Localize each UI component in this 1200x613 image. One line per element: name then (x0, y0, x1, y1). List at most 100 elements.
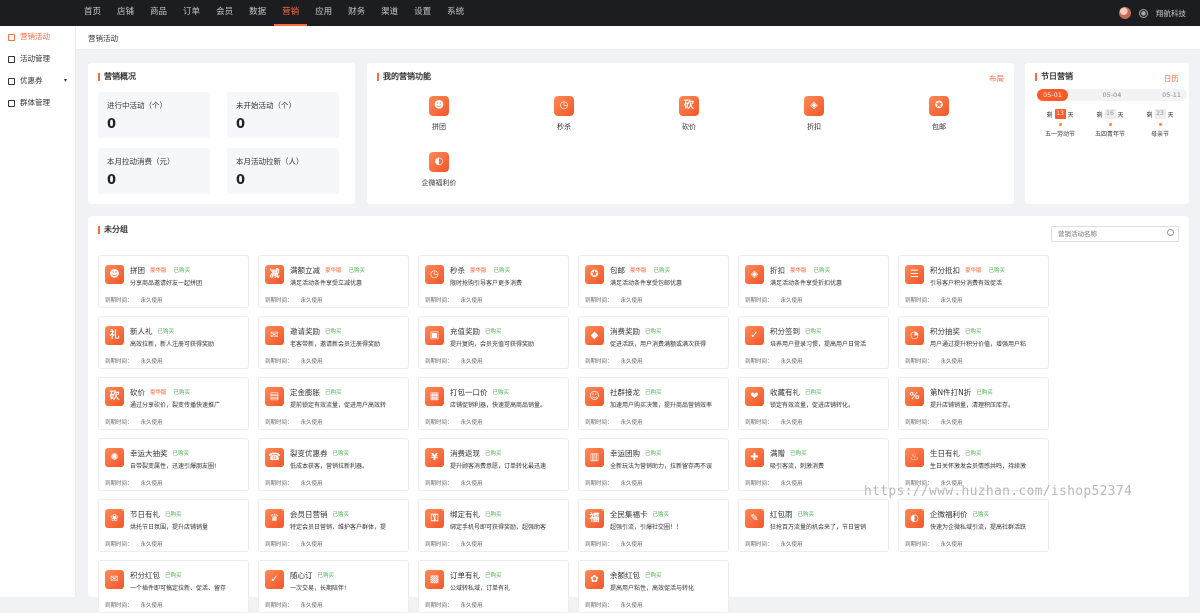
top-nav-item[interactable]: 设置 (406, 0, 439, 26)
sidebar-item[interactable]: 群体管理 (0, 92, 75, 114)
activity-tile[interactable]: ✿ 余额红包 已购买 提高用户粘性，高效促活与转化 到期时间： 永久使用 (578, 560, 729, 613)
activity-tile[interactable]: ▩ 订单有礼 已购买 公域转私域，订单有礼 到期时间： 永久使用 (418, 560, 569, 613)
activity-tile[interactable]: ▦ 打包一口价 已购买 店铺促销利器，快速提高商品销量。 到期时间： 永久使用 (418, 377, 569, 430)
expire-label: 到期时间： (265, 359, 293, 365)
top-nav-item[interactable]: 营销 (274, 0, 308, 26)
expire-value: 永久使用 (460, 542, 483, 548)
function-icon: ☻ (429, 96, 449, 116)
expire-info: 到期时间： 永久使用 (425, 418, 483, 426)
activity-name-text: 定金膨胀 (290, 388, 320, 397)
festival-tab[interactable]: 05-04 (1097, 89, 1128, 101)
top-nav: 首页 店铺 商品 订单 会员 数据 营销 应用 财务 渠道 设置 系统 (76, 0, 472, 26)
function-item[interactable]: ◈ 折扣 (784, 96, 844, 132)
activity-tile[interactable]: ◷ 秒杀 豪华版 已购买 限时抢购引导客户更多消费 到期时间： 永久使用 (418, 255, 569, 308)
activity-tile[interactable]: ◈ 折扣 豪华版 已购买 满足活动条件享受折扣优惠 到期时间： 永久使用 (738, 255, 889, 308)
festival-title: 节日营销 (1035, 73, 1073, 81)
activity-tile[interactable]: ▤ 定金膨胀 已购买 提前锁定有效流量，促进用户高效转 到期时间： 永久使用 (258, 377, 409, 430)
activity-tile[interactable]: 砍砍价 豪华版 已购买 通过分享砍价，裂变传播快速推广 到期时间： 永久使用 (98, 377, 249, 430)
search-icon[interactable] (1167, 229, 1174, 236)
activity-tile[interactable]: ✉ 邀请奖励 已购买 老客带新，邀请新会员注册得奖励 到期时间： 永久使用 (258, 316, 409, 369)
activity-desc: 绑定手机号即可获得奖励，超强助客 (450, 524, 547, 531)
bought-badge: 已购买 (965, 329, 982, 335)
top-nav-item[interactable]: 财务 (340, 0, 373, 26)
activity-tile[interactable]: ✓ 积分签到 已购买 培养用户登录习惯，提高用户日常活 到期时间： 永久使用 (738, 316, 889, 369)
top-nav-item[interactable]: 数据 (241, 0, 274, 26)
calendar-link[interactable]: 日历 (1164, 73, 1179, 84)
sidebar-item[interactable]: 活动管理 (0, 48, 75, 70)
activity-desc: 满足活动条件享受折扣优惠 (770, 280, 843, 287)
layout-link[interactable]: 布局 (989, 73, 1004, 84)
bought-badge: 已购买 (653, 268, 671, 274)
activity-tile[interactable]: 减满额立减 豪华版 已购买 满足活动条件享受立减优惠 到期时间： 永久使用 (258, 255, 409, 308)
function-item[interactable]: ◐ 企微福利价 (409, 152, 469, 188)
sidebar-item[interactable]: 优惠券 ▾ (0, 70, 75, 92)
top-nav-item[interactable]: 商品 (142, 0, 175, 26)
activity-tile[interactable]: ◔ 积分抽奖 已购买 用户通过提升积分价值，增强用户粘 到期时间： 永久使用 (898, 316, 1049, 369)
days-suffix: 天 (1117, 111, 1124, 119)
festival-item[interactable]: 剩 23 天母亲节 (1139, 109, 1181, 138)
top-nav-item[interactable]: 渠道 (373, 0, 406, 26)
activity-tile[interactable]: ❤ 收藏有礼 已购买 锁定有效流量，促进店铺转化。 到期时间： 永久使用 (738, 377, 889, 430)
user-icon[interactable]: ● (1139, 8, 1148, 18)
top-nav-item[interactable]: 系统 (439, 0, 472, 26)
ungrouped-card: 未分组 ☻拼团豪华版已购买分享商品邀请好友一起拼团到期时间：永久使用减满额立减豪… (88, 216, 1189, 613)
function-item[interactable]: ✪ 包邮 (909, 96, 969, 132)
activity-desc: 特定会员日营销，维护客户群体，提 (290, 524, 387, 531)
activity-tile[interactable]: ☺ 社群接龙 已购买 加速用户购买决策，提升商品营销效率 到期时间： 永久使用 (578, 377, 729, 430)
activity-tile[interactable]: ✓ 随心订 已购买 一次交易，长期陪伴! 到期时间： 永久使用 (258, 560, 409, 613)
function-item[interactable]: ☻ 拼团 (409, 96, 469, 132)
sidebar-item-label: 群体管理 (20, 98, 50, 107)
activity-tile[interactable]: ◐ 企微福利价 已购买 快速为企微私域引流，提高社群活跃 到期时间： 永久使用 (898, 499, 1049, 552)
activity-desc: 用户通过提升积分价值，增强用户粘 (930, 341, 1027, 348)
function-item[interactable]: ◷ 秒杀 (534, 96, 594, 132)
activity-tile[interactable]: ▥ 幸运团购 已购买 全新玩法为营销助力，拉新留存两不误 到期时间： 永久使用 (578, 438, 729, 491)
expire-label: 到期时间： (585, 420, 613, 426)
activity-tile[interactable]: ✎ 红包雨 已购买 狂抢百万流量的机会来了，节日营销 到期时间： 永久使用 (738, 499, 889, 552)
expire-value: 永久使用 (780, 542, 803, 548)
top-nav-item[interactable]: 会员 (208, 0, 241, 26)
activity-tile[interactable]: ☰ 积分抵扣 豪华版 已购买 引导客户积分消费有效促活 到期时间： 永久使用 (898, 255, 1049, 308)
activity-search-input[interactable] (1051, 226, 1179, 242)
top-nav-item[interactable]: 店铺 (109, 0, 142, 26)
activity-name: 充值奖励 已购买 (450, 326, 504, 337)
activity-icon: ▦ (425, 387, 444, 406)
bought-badge: 已购买 (645, 329, 662, 335)
sidebar-item[interactable]: 营销活动 (0, 26, 75, 48)
bought-badge: 已购买 (317, 573, 335, 579)
festival-tab[interactable]: 05-11 (1156, 89, 1187, 101)
bought-badge: 已购买 (165, 573, 182, 579)
activity-tile[interactable]: % 第N件打N折 已购买 提升店铺销量，清理积压库存。 到期时间： 永久使用 (898, 377, 1049, 430)
activity-name: 会员日营销 已购买 (290, 509, 351, 520)
top-nav-item[interactable]: 应用 (307, 0, 340, 26)
activity-tile[interactable]: 礼新人礼 已购买 高效拉新，新人注册可获得奖励 到期时间： 永久使用 (98, 316, 249, 369)
activity-tile[interactable]: ✉ 积分红包 已购买 一个插件即可搞定拉新、促活、留存 到期时间： 永久使用 (98, 560, 249, 613)
top-nav-item[interactable]: 首页 (76, 0, 109, 26)
activity-tile[interactable]: ✺ 幸运大抽奖 已购买 自带裂变属性，迅速引爆朋友圈! 到期时间： 永久使用 (98, 438, 249, 491)
activity-tile[interactable]: ✪ 包邮 豪华版 已购买 满足活动条件享受包邮优惠 到期时间： 永久使用 (578, 255, 729, 308)
expire-label: 到期时间： (105, 420, 133, 426)
user-name[interactable]: 翔航科技 (1156, 8, 1186, 19)
activity-tile[interactable]: ◆ 消费奖励 已购买 促进活跃，用户消费满额或满次获得 到期时间： 永久使用 (578, 316, 729, 369)
activity-name: 砍价 豪华版 已购买 (130, 387, 192, 398)
activity-name: 包邮 豪华版 已购买 (610, 265, 672, 276)
festival-item[interactable]: 剩 13 天五一劳动节 (1039, 109, 1081, 138)
festival-tab[interactable]: 05-01 (1037, 89, 1068, 101)
activity-tile[interactable]: ❀ 节日有礼 已购买 烘托节日氛围，提升店铺销量 到期时间： 永久使用 (98, 499, 249, 552)
expire-info: 到期时间： 永久使用 (265, 540, 323, 548)
activity-tile[interactable]: ▣ 充值奖励 已购买 提升复购，会员充值可获得奖励 到期时间： 永久使用 (418, 316, 569, 369)
activity-name-text: 生日有礼 (930, 449, 960, 458)
activity-tile[interactable]: ♛ 会员日营销 已购买 特定会员日营销，维护客户群体，提 到期时间： 永久使用 (258, 499, 409, 552)
festival-item[interactable]: 剩 16 天五四青年节 (1089, 109, 1131, 138)
activity-desc: 低成本获客，营销拉新利器。 (290, 463, 369, 470)
activity-tile[interactable]: ¥ 消费返现 已购买 提升顾客消费意愿，订单转化最迅速 到期时间： 永久使用 (418, 438, 569, 491)
function-item[interactable]: 砍砍价 (659, 96, 719, 132)
activity-tile[interactable]: ☎ 裂变优惠券 已购买 低成本获客，营销拉新利器。 到期时间： 永久使用 (258, 438, 409, 491)
avatar[interactable] (1119, 7, 1131, 19)
activity-tile[interactable]: 福全民集福卡 已购买 超强引流，引爆社交圈！！ 到期时间： 永久使用 (578, 499, 729, 552)
stat-box: 本月活动拉新（人） 0 (227, 148, 339, 194)
activity-tile[interactable]: ☻ 拼团 豪华版 已购买 分享商品邀请好友一起拼团 到期时间： 永久使用 (98, 255, 249, 308)
activity-tile[interactable]: ⚿ 绑定有礼 已购买 绑定手机号即可获得奖励，超强助客 到期时间： 永久使用 (418, 499, 569, 552)
activity-name-text: 余额红包 (610, 571, 640, 580)
top-nav-item[interactable]: 订单 (175, 0, 208, 26)
activity-name-text: 随心订 (290, 571, 313, 580)
